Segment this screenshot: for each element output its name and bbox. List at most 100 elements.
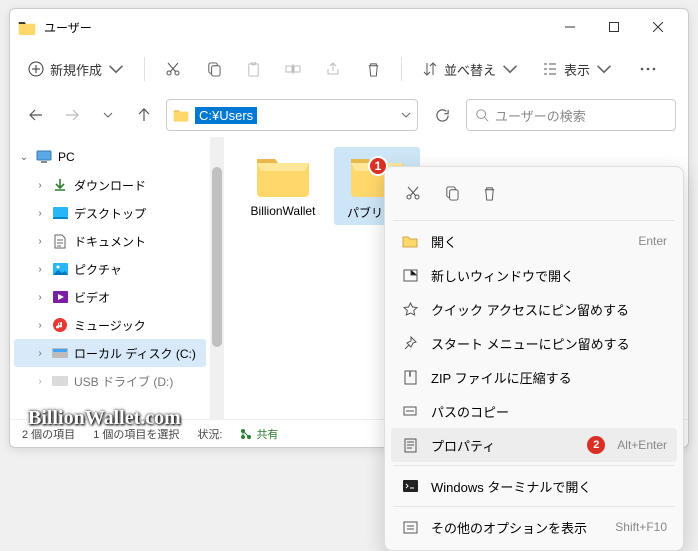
- recent-button[interactable]: [94, 101, 122, 129]
- address-bar[interactable]: C:¥Users: [166, 99, 418, 131]
- status-count: 2 個の項目: [22, 426, 75, 442]
- window-title: ユーザー: [44, 19, 548, 36]
- delete-button[interactable]: [355, 51, 391, 87]
- new-button[interactable]: 新規作成: [18, 54, 134, 85]
- properties-icon: [401, 436, 419, 454]
- folder-icon: [18, 20, 36, 35]
- ctx-shortcut: Shift+F10: [615, 520, 667, 534]
- scrollbar-thumb[interactable]: [212, 167, 222, 347]
- share-label: 共有: [256, 426, 278, 442]
- maximize-button[interactable]: [592, 9, 636, 45]
- pin-icon: [401, 334, 419, 352]
- search-icon: [475, 108, 489, 122]
- minimize-button[interactable]: [548, 9, 592, 45]
- copy-icon: [444, 186, 459, 201]
- ellipsis-icon: [640, 67, 656, 71]
- share-button[interactable]: [315, 51, 351, 87]
- refresh-button[interactable]: [426, 99, 458, 131]
- search-placeholder: ユーザーの検索: [495, 106, 586, 125]
- ctx-terminal[interactable]: Windows ターミナルで開く: [391, 469, 677, 503]
- status-share: 共有: [240, 426, 278, 442]
- sidebar-label: ピクチャ: [74, 261, 122, 278]
- copy-button[interactable]: [195, 51, 231, 87]
- ctx-zip[interactable]: ZIP ファイルに圧縮する: [391, 360, 677, 394]
- terminal-icon: [401, 477, 419, 495]
- document-icon: [52, 233, 68, 249]
- folder-item[interactable]: BillionWallet: [240, 147, 326, 222]
- cut-button[interactable]: [155, 51, 191, 87]
- sidebar-item-pc[interactable]: ⌄ PC: [14, 143, 206, 171]
- ctx-delete-button[interactable]: [471, 177, 507, 209]
- search-input[interactable]: ユーザーの検索: [466, 99, 676, 131]
- status-selected: 1 個の項目を選択: [93, 426, 179, 442]
- sort-icon: [422, 61, 438, 77]
- chevron-right-icon[interactable]: ›: [34, 208, 46, 219]
- sidebar-item-usbdrive[interactable]: › USB ドライブ (D:): [14, 367, 206, 395]
- rename-button[interactable]: [275, 51, 311, 87]
- pc-icon: [36, 149, 52, 165]
- more-button[interactable]: [630, 51, 666, 87]
- ctx-copy-button[interactable]: [433, 177, 469, 209]
- ctx-new-window[interactable]: 新しいウィンドウで開く: [391, 258, 677, 292]
- sidebar-scrollbar[interactable]: [210, 137, 224, 419]
- ctx-label: パスのコピー: [431, 402, 667, 421]
- new-label: 新規作成: [50, 60, 102, 79]
- sidebar-label: PC: [58, 150, 75, 164]
- chevron-down-icon[interactable]: [401, 110, 411, 120]
- trash-icon: [366, 62, 381, 77]
- ctx-more-options[interactable]: その他のオプションを表示 Shift+F10: [391, 510, 677, 544]
- chevron-down-icon: [596, 61, 612, 77]
- paste-button[interactable]: [235, 51, 271, 87]
- ctx-label: 新しいウィンドウで開く: [431, 266, 667, 285]
- copy-icon: [206, 62, 221, 77]
- sidebar-item-pictures[interactable]: › ピクチャ: [14, 255, 206, 283]
- status-state-label: 状況:: [197, 426, 222, 442]
- up-button[interactable]: [130, 101, 158, 129]
- folder-open-icon: [401, 232, 419, 250]
- share-icon: [240, 428, 252, 440]
- ctx-label: スタート メニューにピン留めする: [431, 334, 667, 353]
- address-row: C:¥Users ユーザーの検索: [10, 93, 688, 137]
- star-icon: [401, 300, 419, 318]
- sidebar-label: デスクトップ: [74, 205, 146, 222]
- sidebar-label: ローカル ディスク (C:): [74, 345, 196, 362]
- chevron-right-icon[interactable]: ›: [34, 264, 46, 275]
- sort-button[interactable]: 並べ替え: [412, 54, 528, 85]
- chevron-right-icon[interactable]: ›: [34, 348, 46, 359]
- sidebar-item-localdisk[interactable]: › ローカル ディスク (C:): [14, 339, 206, 367]
- chevron-right-icon[interactable]: ›: [34, 376, 46, 387]
- ctx-properties[interactable]: プロパティ 2 Alt+Enter: [391, 428, 677, 462]
- sidebar-item-downloads[interactable]: › ダウンロード: [14, 171, 206, 199]
- sidebar-item-videos[interactable]: › ビデオ: [14, 283, 206, 311]
- sidebar-label: ドキュメント: [74, 233, 146, 250]
- new-window-icon: [401, 266, 419, 284]
- ctx-pin-start[interactable]: スタート メニューにピン留めする: [391, 326, 677, 360]
- share-icon: [325, 61, 341, 77]
- titlebar: ユーザー: [10, 9, 688, 45]
- ctx-open[interactable]: 開く Enter: [391, 224, 677, 258]
- view-button[interactable]: 表示: [532, 54, 622, 85]
- sidebar-item-documents[interactable]: › ドキュメント: [14, 227, 206, 255]
- ctx-pin-quick[interactable]: クイック アクセスにピン留めする: [391, 292, 677, 326]
- path-icon: [401, 402, 419, 420]
- back-button[interactable]: [22, 101, 50, 129]
- chevron-right-icon[interactable]: ›: [34, 180, 46, 191]
- ctx-label: Windows ターミナルで開く: [431, 477, 667, 496]
- chevron-down-icon: [103, 110, 113, 120]
- ctx-copy-path[interactable]: パスのコピー: [391, 394, 677, 428]
- sidebar-item-music[interactable]: › ミュージック: [14, 311, 206, 339]
- rename-icon: [285, 61, 301, 77]
- close-button[interactable]: [636, 9, 680, 45]
- view-icon: [542, 61, 558, 77]
- chevron-right-icon[interactable]: ›: [34, 292, 46, 303]
- chevron-down-icon[interactable]: ⌄: [18, 152, 30, 163]
- forward-button[interactable]: [58, 101, 86, 129]
- view-label: 表示: [564, 60, 590, 79]
- sidebar-item-desktop[interactable]: › デスクトップ: [14, 199, 206, 227]
- context-menu: 開く Enter 新しいウィンドウで開く クイック アクセスにピン留めする スタ…: [384, 166, 684, 551]
- chevron-right-icon[interactable]: ›: [34, 320, 46, 331]
- ctx-cut-button[interactable]: [395, 177, 431, 209]
- ctx-shortcut: Alt+Enter: [617, 438, 667, 452]
- drive-icon: [52, 345, 68, 361]
- chevron-right-icon[interactable]: ›: [34, 236, 46, 247]
